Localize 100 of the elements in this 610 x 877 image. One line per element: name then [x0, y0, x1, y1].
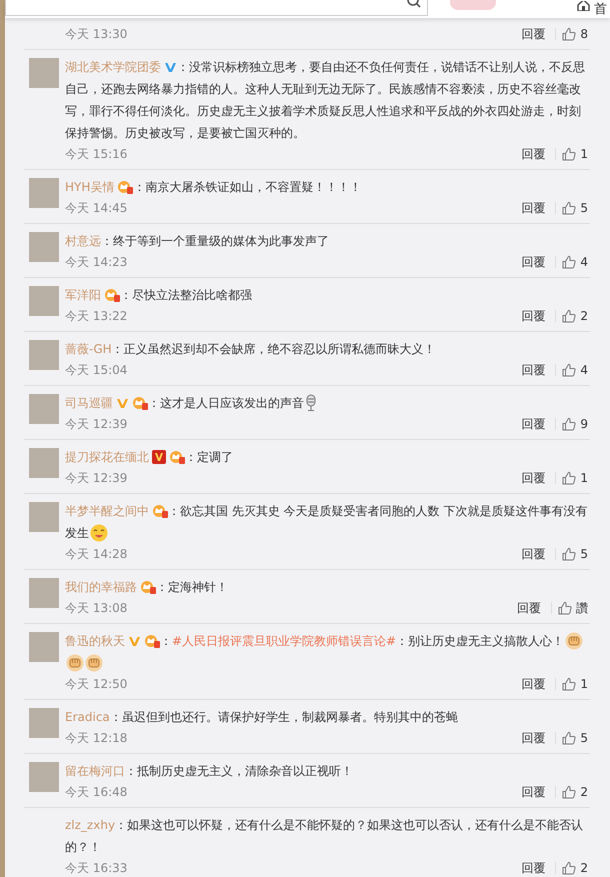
comment-time: 今天 12:50	[65, 676, 128, 693]
comment-time: 今天 12:39	[65, 470, 128, 487]
microphone-icon	[305, 394, 317, 412]
fist-icon	[85, 654, 103, 672]
comment-time: 今天 12:18	[65, 730, 128, 747]
avatar-photo[interactable]	[29, 286, 59, 316]
comment-time: 今天 16:48	[65, 784, 128, 801]
reply-link[interactable]: 回覆	[521, 305, 546, 327]
like-button[interactable]: 1	[562, 143, 588, 165]
avatar-photo[interactable]	[29, 394, 59, 424]
like-button[interactable]: 1	[562, 673, 588, 695]
thumbs-up-icon	[562, 547, 576, 561]
comment-text: 军洋阳 ：尽快立法整治比啥都强	[65, 287, 253, 304]
reply-link[interactable]: 回覆	[521, 543, 546, 565]
comment-time: 今天 14:23	[65, 254, 128, 271]
reply-link[interactable]: 回覆	[521, 359, 546, 381]
comment-text: 司马巡疆 ：这才是人日应该发出的声音	[65, 392, 588, 414]
like-button[interactable]: 4	[562, 359, 588, 381]
like-button[interactable]: 8	[562, 23, 588, 45]
like-button[interactable]: 1	[562, 467, 588, 489]
verified-icon	[152, 450, 166, 464]
like-button[interactable]: 2	[562, 857, 588, 877]
like-button[interactable]: 5	[562, 197, 588, 219]
thumbs-up-icon	[562, 785, 576, 799]
search-icon[interactable]	[407, 0, 421, 10]
avatar-photo[interactable]	[29, 502, 59, 532]
home-icon[interactable]	[577, 1, 590, 11]
like-button[interactable]: 5	[562, 727, 588, 749]
like-button[interactable]: 4	[562, 251, 588, 273]
comment-text: zlz_zxhy：如果这也可以怀疑，还有什么是不能怀疑的？如果这也可以否认，还有什么是不能否认的？！	[65, 817, 584, 856]
thumbs-up-icon	[562, 309, 576, 323]
avatar-photo[interactable]	[29, 578, 59, 608]
comment-time: 今天 13:08	[65, 600, 128, 617]
comment-time: 今天 16:33	[65, 860, 128, 877]
smiley-icon	[90, 524, 108, 542]
home-link[interactable]: 首	[594, 1, 607, 18]
reply-link[interactable]: 回覆	[521, 143, 546, 165]
avatar-photo[interactable]	[29, 448, 59, 478]
search-field[interactable]	[5, 0, 428, 16]
comment-text: 鲁迅的秋天 ：#人民日报评震旦职业学院教师错误言论#：别让历史虚无主义搞散人心！	[65, 630, 588, 674]
reply-link[interactable]: 回覆	[517, 597, 541, 619]
thumbs-up-icon	[562, 471, 576, 485]
crown-icon	[140, 580, 156, 594]
comment-text: 湖北美术学院团委 ：没常识标榜独立思考，要自由还不负任何责任，说错话不让别人说，不反思自己，还跑去网络暴力指错的人。这种人无耻到无边无际了。民族感情不容亵渎，历史不容丝毫改写，罪行不得任何淡化。历史虚无主义披着学术质疑反思人性追求和平反战的外衣四处游走，时刻保持警惕。历史被改写，是要被亡国灭种的。	[65, 59, 586, 142]
crown-icon	[117, 180, 134, 194]
like-button[interactable]: 2	[562, 305, 588, 327]
comment-text: Eradica：虽迟但到也还行。请保护好学生，制裁网暴者。特别其中的苍蝇	[65, 709, 459, 726]
comment-text: 村意远：终于等到一个重量级的媒体为此事发声了	[65, 233, 330, 250]
avatar-photo[interactable]	[29, 178, 59, 208]
thumbs-up-icon	[562, 147, 576, 161]
like-button[interactable]: 讚	[558, 597, 588, 619]
reply-link[interactable]: 回覆	[521, 727, 546, 749]
thumbs-up-icon	[562, 731, 576, 745]
thumbs-up-icon	[558, 601, 572, 615]
crown-icon	[152, 504, 168, 518]
verified-icon	[128, 635, 141, 648]
reply-link[interactable]: 回覆	[521, 781, 546, 803]
reply-link[interactable]: 回覆	[521, 23, 546, 45]
avatar-photo[interactable]	[29, 340, 59, 370]
comment-text: 留在梅河口：抵制历史虚无主义，清除杂音以正视听！	[65, 763, 354, 780]
reply-link[interactable]: 回覆	[521, 467, 546, 489]
comment-text: 半梦半醒之间中 ：欲忘其国 先灭其史 今天是质疑受害者同胞的人数 下次就是质疑这件事有没有发生	[65, 503, 588, 544]
comment-time: 今天 12:39	[65, 416, 128, 433]
comment-time: 今天 14:45	[65, 200, 128, 217]
crown-icon	[104, 288, 120, 302]
verified-icon	[164, 61, 177, 74]
comment-text: 我们的幸福路 ：定海神针！	[65, 579, 229, 596]
reply-link[interactable]: 回覆	[521, 251, 546, 273]
comment-time: 今天 15:16	[65, 146, 128, 163]
comment-time: 今天 15:04	[65, 362, 128, 379]
thumbs-up-icon	[562, 255, 576, 269]
avatar-photo[interactable]	[29, 632, 59, 662]
thumbs-up-icon	[562, 417, 576, 431]
reply-link[interactable]: 回覆	[521, 413, 546, 435]
comment-time: 今天 13:22	[65, 308, 128, 325]
thumbs-up-icon	[562, 677, 576, 691]
reply-link[interactable]: 回覆	[521, 197, 546, 219]
comment-time: 今天 13:30	[65, 26, 128, 43]
thumbs-up-icon	[562, 27, 576, 41]
comment-text: 蔷薇-GH：正义虽然迟到却不会缺席，绝不容忍以所谓私德而昧大义！	[65, 341, 437, 358]
thumbs-up-icon	[562, 201, 576, 215]
verified-icon	[116, 397, 129, 410]
fist-icon	[66, 654, 84, 672]
crown-icon	[132, 396, 148, 410]
thumbs-up-icon	[562, 363, 576, 377]
like-button[interactable]: 9	[562, 413, 588, 435]
comment-text: 提刀探花在缅北 ：定调了	[65, 449, 234, 466]
avatar-photo[interactable]	[29, 58, 59, 88]
avatar-photo[interactable]	[29, 232, 59, 262]
fist-icon	[565, 632, 584, 650]
reply-link[interactable]: 回覆	[521, 673, 546, 695]
crown-icon	[144, 634, 160, 648]
comment-text: HYH吴情 ：南京大屠杀铁证如山，不容置疑！！！！	[65, 179, 362, 196]
avatar-photo[interactable]	[29, 762, 59, 792]
like-button[interactable]: 2	[562, 781, 588, 803]
reply-link[interactable]: 回覆	[521, 857, 546, 877]
avatar-photo[interactable]	[29, 708, 59, 738]
logo-graphic	[450, 0, 496, 10]
crown-icon	[169, 450, 185, 464]
like-button[interactable]: 5	[562, 543, 588, 565]
